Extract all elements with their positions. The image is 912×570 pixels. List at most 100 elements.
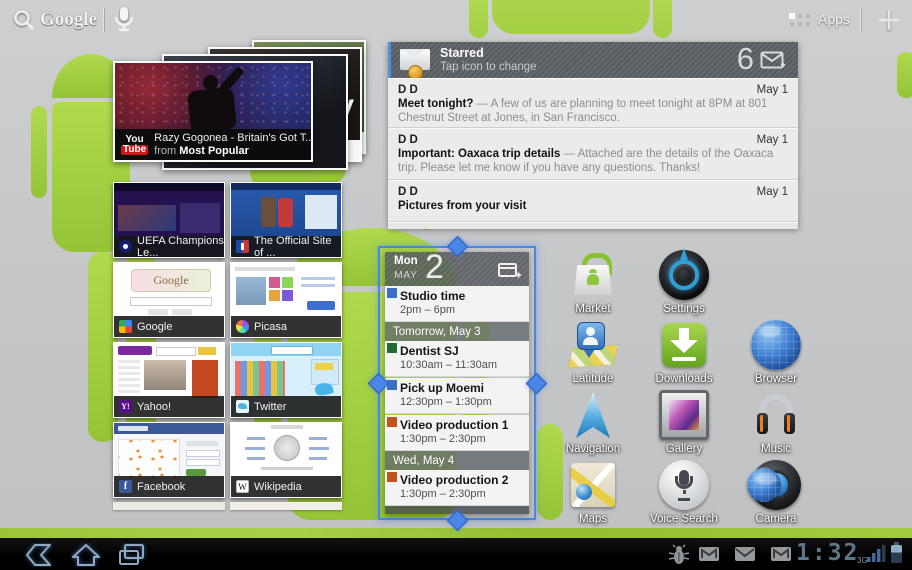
app-label: Latitude — [551, 373, 635, 385]
bookmark-label: Twitter — [254, 401, 286, 413]
email-subject: Pictures from your visit — [398, 200, 526, 212]
calendar-event[interactable]: Video production 1 1:30pm – 2:30pm — [385, 415, 529, 451]
gallery-icon — [659, 390, 709, 440]
bookmark-label: UEFA Champions Le... — [137, 235, 224, 259]
event-title: Studio time — [400, 289, 465, 303]
calendar-widget[interactable]: Mon MAY 2 Studio time 2pm – 6pm Tomorrow… — [385, 252, 529, 514]
app-shortcut-latitude[interactable]: Latitude — [551, 320, 635, 385]
video-info-bar: You Tube Razy Gogonea - Britain's Got T.… — [115, 129, 311, 160]
calendar-day-header: Tomorrow, May 3 — [385, 322, 529, 341]
browser-icon — [751, 320, 801, 370]
bookmark-google[interactable]: Google Google — [113, 262, 225, 338]
bookmark-yahoo[interactable]: Y!Yahoo! — [113, 342, 225, 418]
calendar-event[interactable]: Studio time 2pm – 6pm — [385, 286, 529, 322]
thumb-art — [269, 290, 280, 301]
app-shortcut-maps[interactable]: Maps — [551, 460, 635, 525]
google-favicon — [119, 320, 132, 333]
unread-count: 6 — [737, 41, 754, 77]
calendar-event[interactable]: Dentist SJ 10:30am – 11:30am — [385, 341, 529, 377]
app-shortcut-browser[interactable]: Browser — [734, 320, 818, 385]
recent-apps-button[interactable] — [116, 543, 148, 567]
bookmark-mlb[interactable]: The Official Site of ... — [230, 182, 342, 258]
event-time: 10:30am – 11:30am — [400, 359, 497, 371]
gmail-widget[interactable]: Starred Tap icon to change 6 D DMay 1 Me… — [388, 42, 798, 228]
app-label: Downloads — [642, 373, 726, 385]
search-icon[interactable] — [12, 8, 36, 32]
youtube-logo: You Tube — [121, 135, 148, 155]
day-header-label: Wed, May 4 — [393, 455, 454, 467]
event-time: 1:30pm – 2:30pm — [400, 488, 486, 500]
signal-strength-icon — [867, 545, 887, 563]
app-shortcut-downloads[interactable]: Downloads — [642, 320, 726, 385]
voice-search-icon — [659, 460, 709, 510]
bookmark-wikipedia[interactable]: WWikipedia — [230, 422, 342, 498]
app-label: Settings — [642, 303, 726, 315]
youtube-logo-you: You — [126, 135, 144, 145]
email-row[interactable]: D DMay 1 Important: Oaxaca trip details … — [388, 128, 798, 180]
bookmark-facebook[interactable]: fFacebook — [113, 422, 225, 498]
thumb-art — [156, 347, 196, 356]
compose-icon[interactable] — [760, 51, 786, 71]
add-to-home-icon[interactable] — [876, 7, 902, 33]
email-subject: Important: Oaxaca trip details — [398, 148, 560, 160]
email-row[interactable]: D DMay 1 Pictures from your visit — [388, 180, 798, 222]
thumb-art — [261, 467, 313, 470]
system-bar: 1:32 3G — [0, 538, 912, 570]
apps-grid-icon — [789, 13, 813, 29]
status-clock: 1:32 — [796, 540, 859, 566]
back-button[interactable] — [24, 543, 58, 567]
thumb-art — [118, 426, 148, 431]
app-shortcut-gallery[interactable]: Gallery — [642, 390, 726, 455]
bookmark-picasa[interactable]: Picasa — [230, 262, 342, 338]
event-color-chip — [387, 288, 397, 298]
email-row[interactable]: D DMay 1 Meet tonight? — A few of us are… — [388, 78, 798, 128]
event-title: Dentist SJ — [400, 344, 459, 358]
google-search-widget[interactable]: Google — [40, 9, 97, 31]
bookmark-uefa[interactable]: UEFA Champions Le... — [113, 182, 225, 258]
app-shortcut-voice-search[interactable]: Voice Search — [642, 460, 726, 525]
voice-search-mic-icon[interactable] — [112, 5, 136, 35]
thumb-art — [282, 290, 293, 301]
new-event-icon[interactable] — [497, 260, 521, 280]
gmail-widget-header[interactable]: Starred Tap icon to change 6 — [388, 42, 798, 79]
youtube-card-front[interactable]: You Tube Razy Gogonea - Britain's Got T.… — [113, 61, 313, 162]
home-button[interactable] — [70, 543, 102, 567]
gmail-notification-icon — [698, 546, 720, 562]
event-color-chip — [387, 343, 397, 353]
thumb-art — [271, 425, 303, 429]
browser-badge-icon — [747, 468, 781, 502]
facebook-favicon: f — [119, 480, 132, 493]
email-notification-icon — [734, 546, 756, 562]
app-label: Gallery — [642, 443, 726, 455]
status-tray[interactable]: 1:32 3G — [660, 538, 912, 570]
apps-button[interactable]: Apps — [818, 11, 850, 27]
thumb-art — [186, 469, 206, 476]
downloads-icon — [659, 320, 709, 370]
thumb-art — [118, 346, 152, 355]
thumb-art — [301, 284, 335, 287]
app-shortcut-navigation[interactable]: Navigation — [551, 390, 635, 455]
calendar-day-header: Wed, May 4 — [385, 451, 529, 470]
bookmark-twitter[interactable]: Twitter — [230, 342, 342, 418]
thumb-art — [278, 198, 293, 227]
thumb-art — [247, 437, 265, 440]
event-color-chip — [387, 472, 397, 482]
video-source: Most Popular — [179, 145, 249, 157]
battery-icon — [891, 545, 902, 563]
app-shortcut-music[interactable]: Music — [734, 390, 818, 455]
bookmark-label: Yahoo! — [137, 401, 171, 413]
event-time: 2pm – 6pm — [400, 304, 455, 316]
thumb-art — [186, 459, 220, 466]
app-shortcut-market[interactable]: Market — [551, 250, 635, 315]
calendar-event[interactable]: Video production 2 1:30pm – 2:30pm — [385, 470, 529, 506]
event-time: 12:30pm – 1:30pm — [400, 396, 492, 408]
bookmark-label: Wikipedia — [254, 481, 302, 493]
youtube-widget[interactable]: p... y s... You Tube Razy Gogonea - Brit… — [100, 36, 370, 166]
app-shortcut-settings[interactable]: Settings — [642, 250, 726, 315]
gmail-envelope-icon[interactable] — [400, 49, 430, 70]
calendar-day-number: 2 — [425, 248, 444, 287]
thumb-art — [118, 439, 180, 479]
thumb-art — [118, 360, 140, 396]
email-sender: D D — [398, 84, 418, 96]
calendar-event[interactable]: Pick up Moemi 12:30pm – 1:30pm — [385, 378, 529, 414]
